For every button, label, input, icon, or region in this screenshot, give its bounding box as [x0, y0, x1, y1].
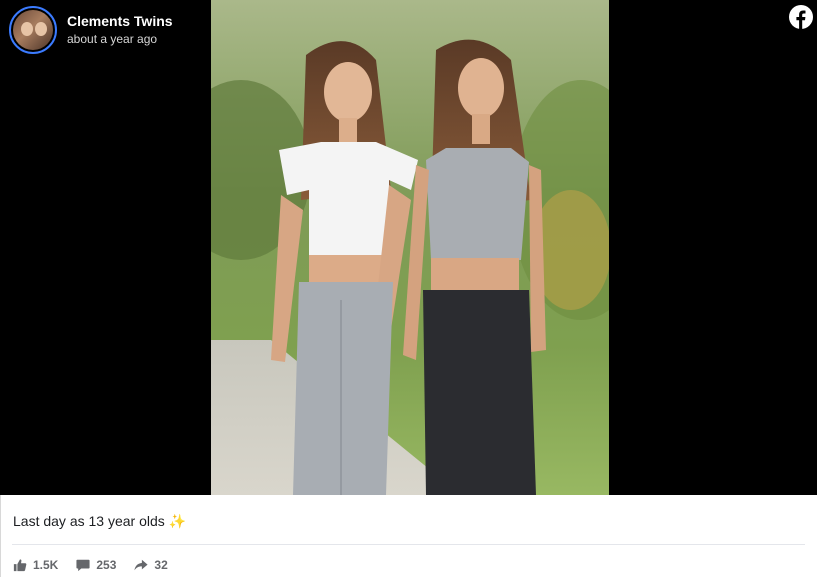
- author-name[interactable]: Clements Twins: [67, 13, 173, 30]
- twins-photo-illustration: [211, 0, 609, 495]
- thumbs-up-icon: [13, 559, 27, 572]
- avatar-image: [13, 10, 53, 50]
- sparkles-emoji: ✨: [168, 513, 187, 529]
- post-actions: 1.5K 253 32: [13, 556, 186, 574]
- post-header: Clements Twins about a year ago: [9, 6, 173, 54]
- divider: [12, 544, 805, 545]
- like-count: 1.5K: [33, 558, 59, 572]
- post-photo[interactable]: [211, 0, 609, 495]
- comment-button[interactable]: 253: [76, 558, 116, 572]
- share-arrow-icon: [134, 559, 148, 571]
- share-button[interactable]: 32: [134, 558, 168, 572]
- share-count: 32: [154, 558, 168, 572]
- post-meta: Clements Twins about a year ago: [67, 13, 173, 47]
- avatar[interactable]: [9, 6, 57, 54]
- like-button[interactable]: 1.5K: [13, 558, 58, 572]
- comment-count: 253: [96, 558, 117, 572]
- facebook-icon[interactable]: [789, 5, 813, 29]
- comment-icon: [76, 559, 90, 572]
- post-caption: Last day as 13 year olds ✨: [13, 511, 186, 531]
- caption-text: Last day as 13 year olds: [13, 513, 165, 529]
- post-media[interactable]: Clements Twins about a year ago: [0, 0, 817, 495]
- post-timestamp[interactable]: about a year ago: [67, 31, 173, 47]
